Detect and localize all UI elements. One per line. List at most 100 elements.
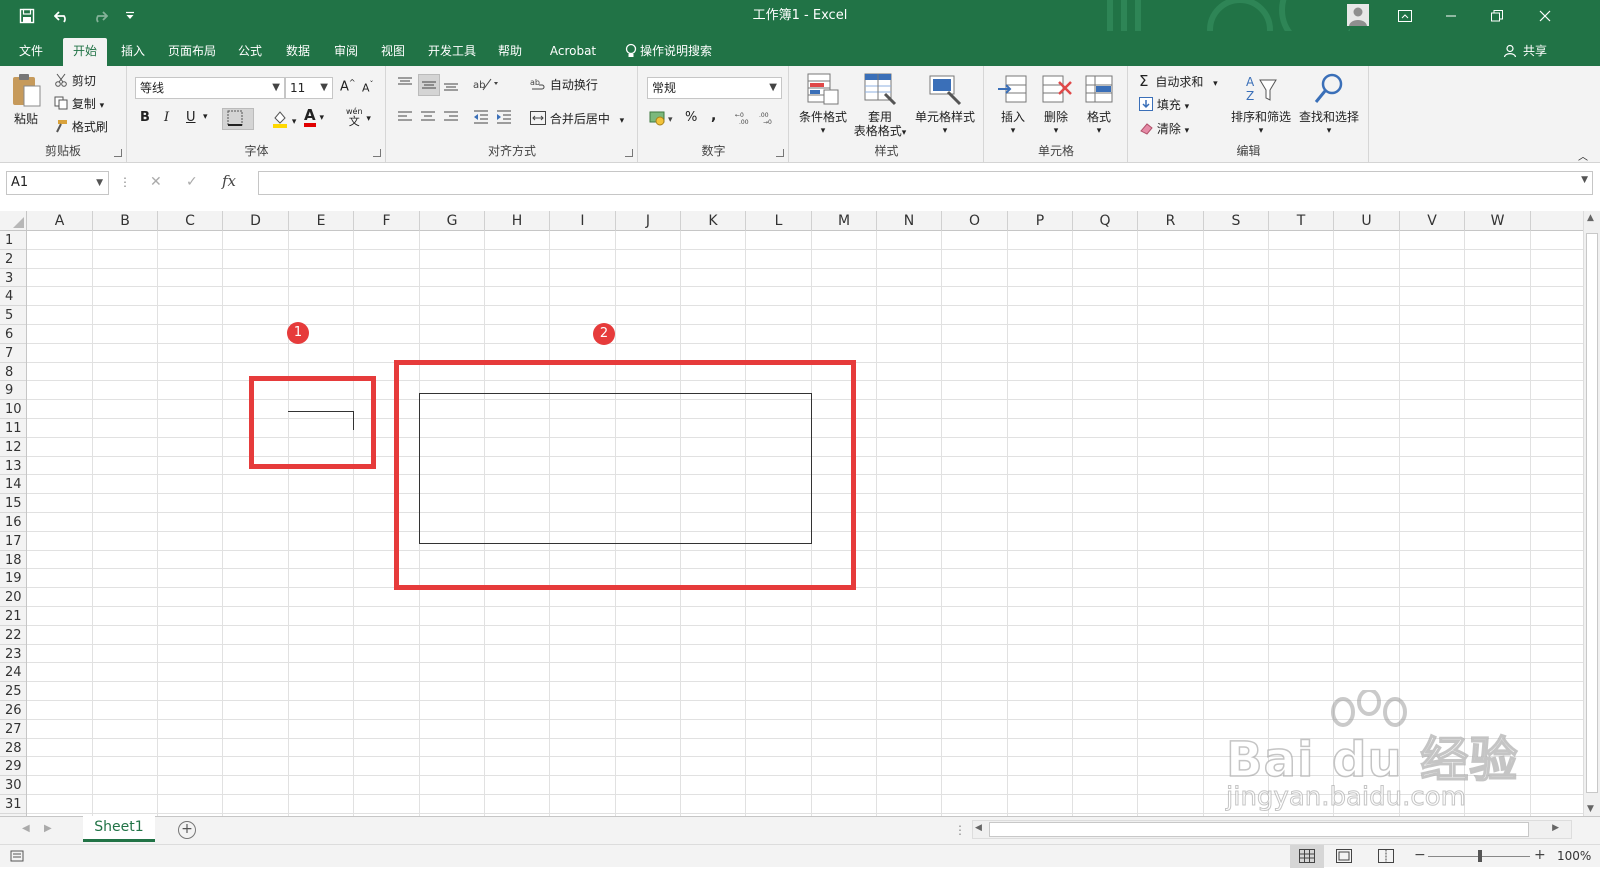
row-header-25[interactable]: 25	[0, 682, 26, 701]
column-header-n[interactable]: N	[877, 211, 942, 231]
alignment-launcher-icon[interactable]	[625, 149, 633, 157]
zoom-level[interactable]: 100%	[1557, 849, 1591, 863]
row-header-30[interactable]: 30	[0, 776, 26, 795]
row-header-19[interactable]: 19	[0, 569, 26, 589]
delete-cells-button[interactable]: 删除 ▾	[1036, 72, 1076, 138]
bold-button[interactable]: B	[140, 110, 150, 125]
row-header-22[interactable]: 22	[0, 626, 26, 645]
increase-font-icon[interactable]: A^	[340, 78, 356, 94]
tab-data[interactable]: 数据	[278, 38, 318, 66]
fill-color-button[interactable]: ▾	[272, 110, 296, 131]
zoom-slider[interactable]	[1428, 850, 1530, 862]
bottom-align-icon[interactable]	[443, 76, 459, 95]
orientation-icon[interactable]: ab	[473, 76, 499, 95]
column-header-b[interactable]: B	[93, 211, 158, 231]
share-button[interactable]: 共享	[1518, 38, 1552, 66]
row-header-3[interactable]: 3	[0, 269, 26, 288]
tab-help[interactable]: 帮助	[490, 38, 530, 66]
tab-page-layout[interactable]: 页面布局	[160, 38, 224, 66]
vertical-scroll-thumb[interactable]	[1586, 233, 1598, 793]
cut-button[interactable]: 剪切	[54, 72, 96, 90]
row-header-4[interactable]: 4	[0, 287, 26, 307]
comma-style-icon[interactable]: ,	[711, 108, 716, 124]
column-header-o[interactable]: O	[942, 211, 1008, 231]
clipboard-launcher-icon[interactable]	[114, 149, 122, 157]
tab-developer[interactable]: 开发工具	[420, 38, 484, 66]
row-header-23[interactable]: 23	[0, 645, 26, 664]
column-header-i[interactable]: I	[550, 211, 616, 231]
scroll-up-icon[interactable]: ▲	[1587, 213, 1594, 223]
find-select-button[interactable]: 查找和选择 ▾	[1293, 72, 1365, 138]
macro-record-icon[interactable]	[10, 849, 24, 866]
insert-function-button[interactable]: fx	[222, 172, 236, 190]
tab-acrobat[interactable]: Acrobat	[538, 38, 608, 66]
page-break-view-icon[interactable]	[1378, 849, 1394, 866]
column-header-u[interactable]: U	[1334, 211, 1400, 231]
row-header-31[interactable]: 31	[0, 795, 26, 814]
align-left-icon[interactable]	[397, 110, 413, 127]
row-header-8[interactable]: 8	[0, 363, 26, 382]
increase-indent-icon[interactable]	[496, 110, 512, 127]
middle-align-icon[interactable]	[418, 74, 440, 96]
font-size-select[interactable]: 11 ▼	[285, 77, 333, 99]
vertical-scrollbar[interactable]: ▲ ▼	[1583, 211, 1600, 816]
row-header-15[interactable]: 15	[0, 494, 26, 513]
select-all-button[interactable]	[0, 211, 27, 231]
tab-view[interactable]: 视图	[373, 38, 413, 66]
page-layout-view-icon[interactable]	[1336, 849, 1352, 866]
zoom-slider-thumb[interactable]	[1478, 850, 1482, 862]
name-box[interactable]: A1 ▼	[6, 171, 109, 195]
column-header-v[interactable]: V	[1400, 211, 1465, 231]
autosum-button[interactable]: Σ 自动求和 ▾	[1139, 72, 1218, 90]
column-header-g[interactable]: G	[420, 211, 485, 231]
row-header-24[interactable]: 24	[0, 663, 26, 683]
tab-file[interactable]: 文件	[11, 38, 51, 66]
column-header-r[interactable]: R	[1138, 211, 1204, 231]
column-header-e[interactable]: E	[289, 211, 354, 231]
font-color-button[interactable]: A ▾	[304, 108, 324, 127]
row-header-18[interactable]: 18	[0, 551, 26, 570]
column-header-l[interactable]: L	[746, 211, 812, 231]
accounting-format-icon[interactable]: ▾	[649, 110, 677, 129]
align-right-icon[interactable]	[443, 110, 459, 127]
column-header-w[interactable]: W	[1465, 211, 1531, 231]
decrease-decimal-icon[interactable]: .00 →0	[759, 111, 779, 128]
italic-button[interactable]: I	[164, 110, 169, 125]
tab-insert[interactable]: 插入	[113, 38, 153, 66]
sort-filter-button[interactable]: AZ 排序和筛选 ▾	[1225, 72, 1297, 138]
row-header-7[interactable]: 7	[0, 344, 26, 363]
undo-icon[interactable]	[50, 0, 76, 31]
merge-center-button[interactable]: 合并后居中 ▾	[530, 110, 624, 128]
normal-view-icon[interactable]	[1290, 845, 1324, 868]
customize-qat-icon[interactable]	[122, 0, 138, 31]
row-header-20[interactable]: 20	[0, 588, 26, 607]
cancel-entry-icon[interactable]: ✕	[150, 174, 162, 190]
column-header-d[interactable]: D	[223, 211, 289, 231]
column-header-s[interactable]: S	[1204, 211, 1269, 231]
row-header-9[interactable]: 9	[0, 381, 26, 401]
percent-icon[interactable]: %	[685, 110, 697, 125]
row-header-16[interactable]: 16	[0, 513, 26, 532]
formula-input[interactable]: ▼	[258, 171, 1593, 195]
next-sheet-icon[interactable]: ▶	[44, 823, 52, 834]
tab-formulas[interactable]: 公式	[230, 38, 270, 66]
row-header-14[interactable]: 14	[0, 475, 26, 495]
decrease-font-icon[interactable]: Aˇ	[362, 80, 374, 95]
zoom-in-icon[interactable]: +	[1534, 847, 1546, 863]
row-header-5[interactable]: 5	[0, 306, 26, 325]
new-sheet-icon[interactable]: +	[178, 821, 196, 839]
save-icon[interactable]	[16, 0, 38, 31]
fill-button[interactable]: 填充 ▾	[1139, 96, 1189, 114]
format-as-table-button[interactable]: 套用 表格格式▾	[850, 72, 910, 140]
row-header-11[interactable]: 11	[0, 419, 26, 438]
expand-formula-icon[interactable]: ▼	[1581, 175, 1588, 185]
redo-icon[interactable]	[86, 0, 112, 31]
row-header-2[interactable]: 2	[0, 250, 26, 269]
scroll-right-icon[interactable]: ▶	[1552, 823, 1559, 833]
row-header-6[interactable]: 6	[0, 325, 26, 344]
align-center-icon[interactable]	[420, 110, 436, 127]
phonetic-button[interactable]: wén 文 ▾	[346, 108, 371, 128]
account-avatar[interactable]	[1343, 0, 1373, 31]
row-header-17[interactable]: 17	[0, 532, 26, 551]
paste-button[interactable]: 粘贴	[6, 72, 46, 126]
